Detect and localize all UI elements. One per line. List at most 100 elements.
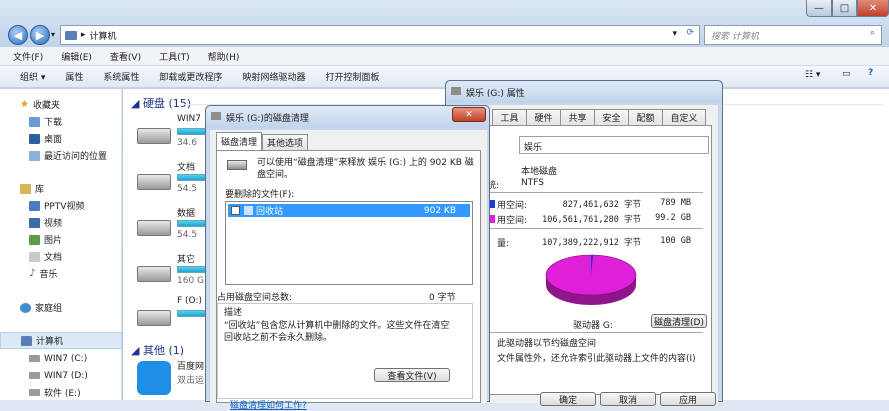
organize-button[interactable]: 组织 ▾	[10, 70, 55, 83]
list-item[interactable]: 回收站 902 KB	[228, 204, 470, 217]
menu-tools[interactable]: 工具(T)	[150, 50, 199, 63]
tab-tools[interactable]: 工具	[492, 109, 527, 125]
address-bar[interactable]: ▸ 计算机 ▾ ⟳	[60, 25, 700, 45]
tab-hardware[interactable]: 硬件	[526, 109, 561, 125]
sidebar-library[interactable]: 库	[20, 180, 44, 197]
sidebar-item-documents[interactable]: 文档	[29, 248, 62, 265]
sidebar-item-desktop[interactable]: 桌面	[29, 130, 62, 147]
baidu-netdisk-icon	[137, 361, 171, 395]
view-files-button[interactable]: 查看文件(V)	[374, 368, 450, 382]
capacity-bytes: 107,389,222,912 字节	[542, 238, 641, 248]
preview-pane-icon[interactable]: ▭	[832, 69, 861, 79]
filesystem-value: NTFS	[521, 178, 544, 188]
sidebar-item-label: 计算机	[36, 337, 64, 347]
properties-button[interactable]: 属性	[55, 70, 93, 83]
description-label: 描述	[224, 308, 243, 318]
drive-icon	[137, 310, 171, 326]
item-name: 百度网	[177, 362, 205, 372]
drive-free-space: 54.5	[177, 184, 198, 194]
cleanup-close-button[interactable]: ✕	[452, 107, 486, 122]
tab-quota[interactable]: 配额	[628, 109, 663, 125]
sidebar-homegroup[interactable]: 家庭组	[20, 299, 62, 316]
menu-edit[interactable]: 编辑(E)	[52, 50, 101, 63]
sidebar-item-label: 下载	[44, 118, 63, 128]
sidebar-item-label: 软件 (E:)	[44, 389, 81, 399]
sidebar-item-label: 图片	[44, 236, 63, 246]
help-icon[interactable]: ?	[858, 68, 883, 78]
tab-customize[interactable]: 自定义	[662, 109, 706, 125]
sidebar-favorites[interactable]: ★ 收藏夹	[20, 96, 60, 113]
computer-icon	[21, 335, 32, 346]
total-space-value: 0 字节	[429, 293, 456, 303]
disk-cleanup-dialog: 娱乐 (G:)的磁盘清理 ✕ 磁盘清理 其他选项 可以使用“磁盘清理”来释放 娱…	[205, 105, 490, 411]
recent-places-icon	[29, 150, 40, 161]
drive-icon	[137, 220, 171, 236]
tab-disk-cleanup[interactable]: 磁盘清理	[216, 132, 262, 150]
divider	[487, 192, 703, 193]
used-space-bytes: 827,461,632 字节	[562, 200, 641, 210]
tab-security[interactable]: 安全	[594, 109, 629, 125]
tab-more-options[interactable]: 其他选项	[262, 134, 308, 150]
sidebar-computer[interactable]: 计算机	[0, 332, 122, 349]
sidebar-item-label: 视频	[44, 219, 63, 229]
drive-item[interactable]: WIN7 34.6	[123, 114, 213, 156]
drive-item[interactable]: F (O:)	[123, 296, 213, 338]
sidebar-item-label: 收藏夹	[32, 101, 60, 111]
uninstall-button[interactable]: 卸载或更改程序	[149, 70, 232, 83]
drive-item[interactable]: 数据 54.5	[123, 206, 213, 248]
forward-button[interactable]: ▶	[30, 25, 50, 45]
sidebar-item-drive-e[interactable]: 软件 (E:)	[29, 384, 81, 401]
index-option[interactable]: 文件属性外，还允许索引此驱动器上文件的内容(I)	[497, 351, 696, 364]
menu-file[interactable]: 文件(F)	[4, 50, 52, 63]
other-item[interactable]: 百度网 双击运	[123, 359, 213, 401]
sidebar-item-pptv[interactable]: PPTV视频	[29, 197, 85, 214]
minimize-button[interactable]: —	[806, 0, 832, 17]
sidebar-item-pictures[interactable]: 图片	[29, 231, 62, 248]
sidebar-item-drive-d[interactable]: WIN7 (D:)	[29, 367, 88, 384]
back-button[interactable]: ◀	[8, 25, 28, 45]
breadcrumb[interactable]: 计算机	[90, 29, 117, 42]
sidebar-item-downloads[interactable]: 下载	[29, 113, 62, 130]
menu-help[interactable]: 帮助(H)	[199, 50, 249, 63]
hdd-group-header[interactable]: ◢ 硬盘 (15)	[131, 95, 191, 111]
close-button[interactable]: ✕	[857, 0, 889, 17]
sidebar-item-label: 最近访问的位置	[44, 152, 108, 162]
cleanup-intro: 可以使用“磁盘清理”来释放 娱乐 (G:) 上的 902 KB 磁盘空间。	[257, 158, 474, 180]
free-space-size: 99.2 GB	[655, 213, 691, 223]
cleanup-body: 磁盘清理 其他选项 可以使用“磁盘清理”来释放 娱乐 (G:) 上的 902 K…	[210, 130, 487, 411]
system-properties-button[interactable]: 系统属性	[93, 70, 149, 83]
compress-option[interactable]: 此驱动器以节约磁盘空间	[497, 336, 596, 349]
documents-icon	[29, 251, 40, 262]
maximize-button[interactable]: □	[832, 0, 857, 17]
ok-button[interactable]: 确定	[540, 392, 596, 406]
apply-button[interactable]: 应用	[660, 392, 716, 406]
sidebar-item-videos[interactable]: 视频	[29, 214, 62, 231]
menu-bar: 文件(F) 编辑(E) 查看(V) 工具(T) 帮助(H)	[0, 47, 889, 66]
refresh-icon[interactable]: ⟳	[686, 28, 694, 38]
dialog-title: 娱乐 (G:) 属性	[466, 88, 525, 99]
sidebar-item-drive-c[interactable]: WIN7 (C:)	[29, 350, 87, 367]
cancel-button[interactable]: 取消	[600, 392, 656, 406]
disk-cleanup-button[interactable]: 磁盘清理(D)	[651, 314, 707, 328]
control-panel-button[interactable]: 打开控制面板	[315, 70, 389, 83]
view-options-icon[interactable]: ☷ ▾	[795, 70, 830, 80]
search-icon[interactable]: ⌕	[870, 28, 875, 38]
sidebar-item-music[interactable]: ♪ 音乐	[29, 265, 57, 282]
recycle-bin-checkbox[interactable]	[231, 206, 240, 215]
item-description: 双击运	[177, 376, 205, 386]
tab-sharing[interactable]: 共享	[560, 109, 595, 125]
volume-name-field[interactable]: 娱乐	[519, 136, 709, 154]
drive-letter-label: 驱动器 G:	[573, 321, 613, 331]
sidebar-item-recent[interactable]: 最近访问的位置	[29, 147, 107, 164]
menu-view[interactable]: 查看(V)	[101, 50, 150, 63]
desktop-icon	[29, 133, 40, 144]
recent-pages-dropdown-icon[interactable]: ▾	[51, 30, 55, 39]
drive-item[interactable]: 其它 160 G	[123, 252, 213, 294]
other-group-header[interactable]: ◢ 其他 (1)	[131, 342, 184, 358]
pictures-icon	[29, 234, 40, 245]
search-input[interactable]: 搜索 计算机 ⌕	[704, 25, 882, 45]
map-drive-button[interactable]: 映射网络驱动器	[232, 70, 315, 83]
address-dropdown-icon[interactable]: ▾	[672, 29, 677, 39]
drive-item[interactable]: 文档 54.5	[123, 160, 213, 202]
cleanup-title-bar: 娱乐 (G:)的磁盘清理	[206, 106, 489, 128]
